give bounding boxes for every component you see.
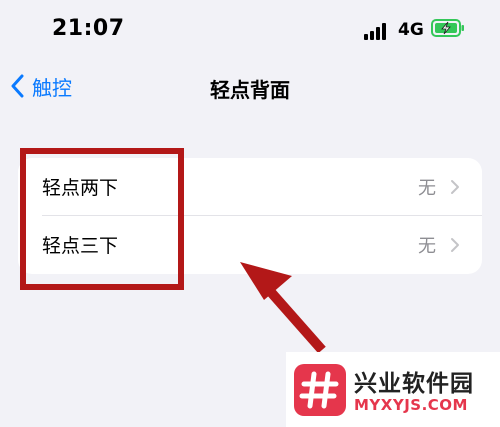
page-title: 轻点背面 bbox=[210, 78, 290, 102]
navigation-bar: 触控 轻点背面 bbox=[0, 62, 500, 110]
network-type: 4G bbox=[398, 20, 424, 40]
watermark-name: 兴业软件园 bbox=[354, 371, 474, 397]
row-value: 无 bbox=[418, 235, 436, 257]
highlight-box bbox=[20, 148, 184, 290]
status-time: 21:07 bbox=[52, 16, 125, 41]
status-bar: 21:07 4G bbox=[0, 0, 500, 60]
cellular-signal-icon bbox=[364, 22, 390, 40]
watermark-logo bbox=[294, 364, 346, 416]
battery-charging-icon bbox=[431, 19, 464, 37]
watermark-url: MYXYJS.COM bbox=[354, 396, 468, 414]
chevron-right-icon bbox=[451, 180, 459, 194]
chevron-right-icon bbox=[451, 238, 459, 252]
watermark: 兴业软件园 MYXYJS.COM bbox=[286, 352, 500, 427]
row-value: 无 bbox=[418, 177, 436, 199]
